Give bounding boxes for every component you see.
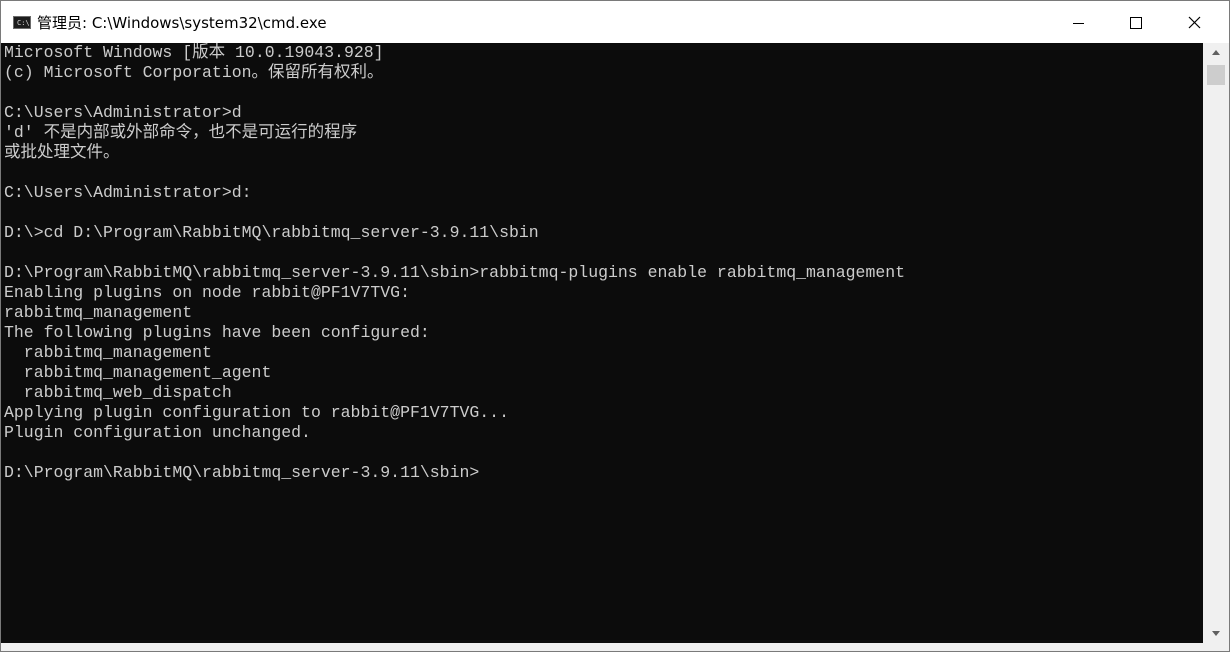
window-title: 管理员: C:\Windows\system32\cmd.exe	[37, 14, 327, 32]
console-line: D:\>cd D:\Program\RabbitMQ\rabbitmq_serv…	[4, 223, 539, 242]
maximize-button[interactable]	[1107, 1, 1165, 43]
console-line: rabbitmq_management	[4, 343, 212, 362]
console-line: 或批处理文件。	[4, 143, 120, 162]
scroll-up-button[interactable]	[1203, 43, 1229, 61]
maximize-icon	[1130, 17, 1142, 29]
console-line: Plugin configuration unchanged.	[4, 423, 311, 442]
console-line: Enabling plugins on node rabbit@PF1V7TVG…	[4, 283, 410, 302]
close-button[interactable]	[1165, 1, 1223, 43]
cmd-icon-glyph: C:\	[17, 19, 30, 27]
scrollbar-thumb[interactable]	[1207, 65, 1225, 85]
console-output[interactable]: Microsoft Windows [版本 10.0.19043.928] (c…	[1, 43, 1203, 643]
console-line: The following plugins have been configur…	[4, 323, 430, 342]
cmd-window: C:\ 管理员: C:\Windows\system32\cmd.exe Mic…	[0, 0, 1230, 652]
console-line: (c) Microsoft Corporation。保留所有权利。	[4, 63, 384, 82]
console-line: rabbitmq_management_agent	[4, 363, 272, 382]
scroll-up-arrow-icon	[1212, 50, 1220, 55]
console-line: rabbitmq_web_dispatch	[4, 383, 232, 402]
console-line: C:\Users\Administrator>d	[4, 103, 242, 122]
console-line: Microsoft Windows [版本 10.0.19043.928]	[4, 43, 384, 62]
scroll-down-button[interactable]	[1203, 625, 1229, 643]
cmd-icon[interactable]: C:\	[13, 16, 31, 29]
close-icon	[1188, 16, 1201, 29]
window-bottom-border	[1, 643, 1229, 651]
console-line: Applying plugin configuration to rabbit@…	[4, 403, 509, 422]
console-line: D:\Program\RabbitMQ\rabbitmq_server-3.9.…	[4, 263, 906, 282]
vertical-scrollbar[interactable]	[1203, 43, 1229, 643]
title-bar[interactable]: C:\ 管理员: C:\Windows\system32\cmd.exe	[1, 1, 1229, 43]
console-line: C:\Users\Administrator>d:	[4, 183, 252, 202]
minimize-button[interactable]	[1049, 1, 1107, 43]
minimize-icon	[1073, 23, 1084, 24]
console-line: 'd' 不是内部或外部命令，也不是可运行的程序	[4, 123, 358, 142]
scroll-down-arrow-icon	[1212, 631, 1220, 636]
console-line: rabbitmq_management	[4, 303, 193, 322]
command-prompt[interactable]: D:\Program\RabbitMQ\rabbitmq_server-3.9.…	[4, 463, 479, 483]
